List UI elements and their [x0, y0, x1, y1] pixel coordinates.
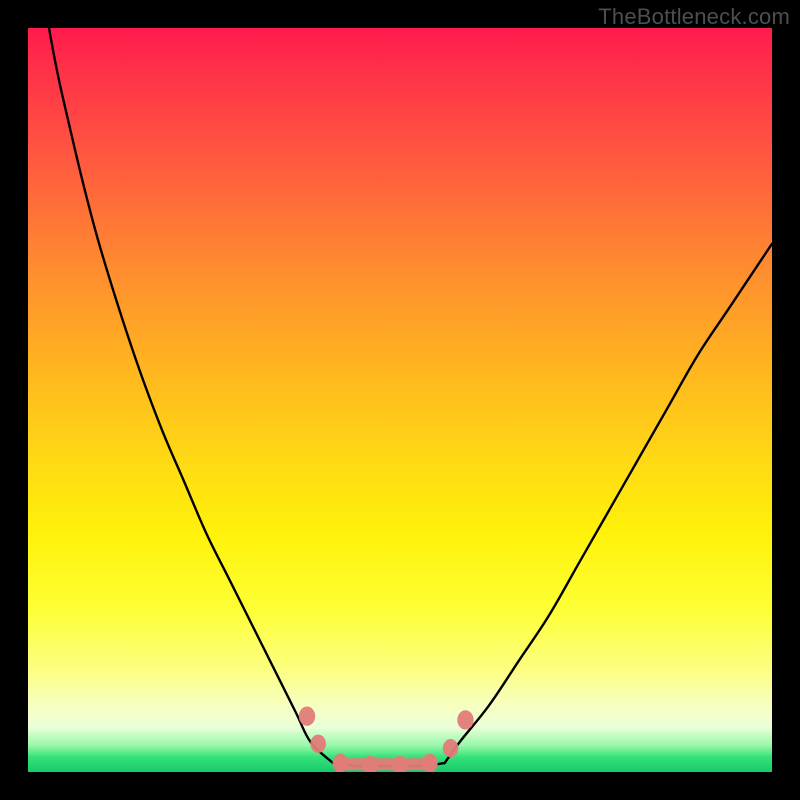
- valley-marker: [310, 735, 326, 753]
- curve-right-arm: [445, 244, 772, 763]
- valley-marker: [299, 707, 315, 726]
- curve-left-arm: [28, 28, 333, 763]
- valley-marker: [422, 754, 438, 772]
- valley-marker: [332, 754, 348, 772]
- watermark-text: TheBottleneck.com: [598, 4, 790, 30]
- valley-marker: [443, 739, 459, 757]
- plot-area: [28, 28, 772, 772]
- chart-svg: [28, 28, 772, 772]
- valley-marker: [457, 710, 473, 729]
- chart-frame: TheBottleneck.com: [0, 0, 800, 800]
- valley-floor-marker: [334, 758, 435, 770]
- valley-markers: [299, 707, 474, 772]
